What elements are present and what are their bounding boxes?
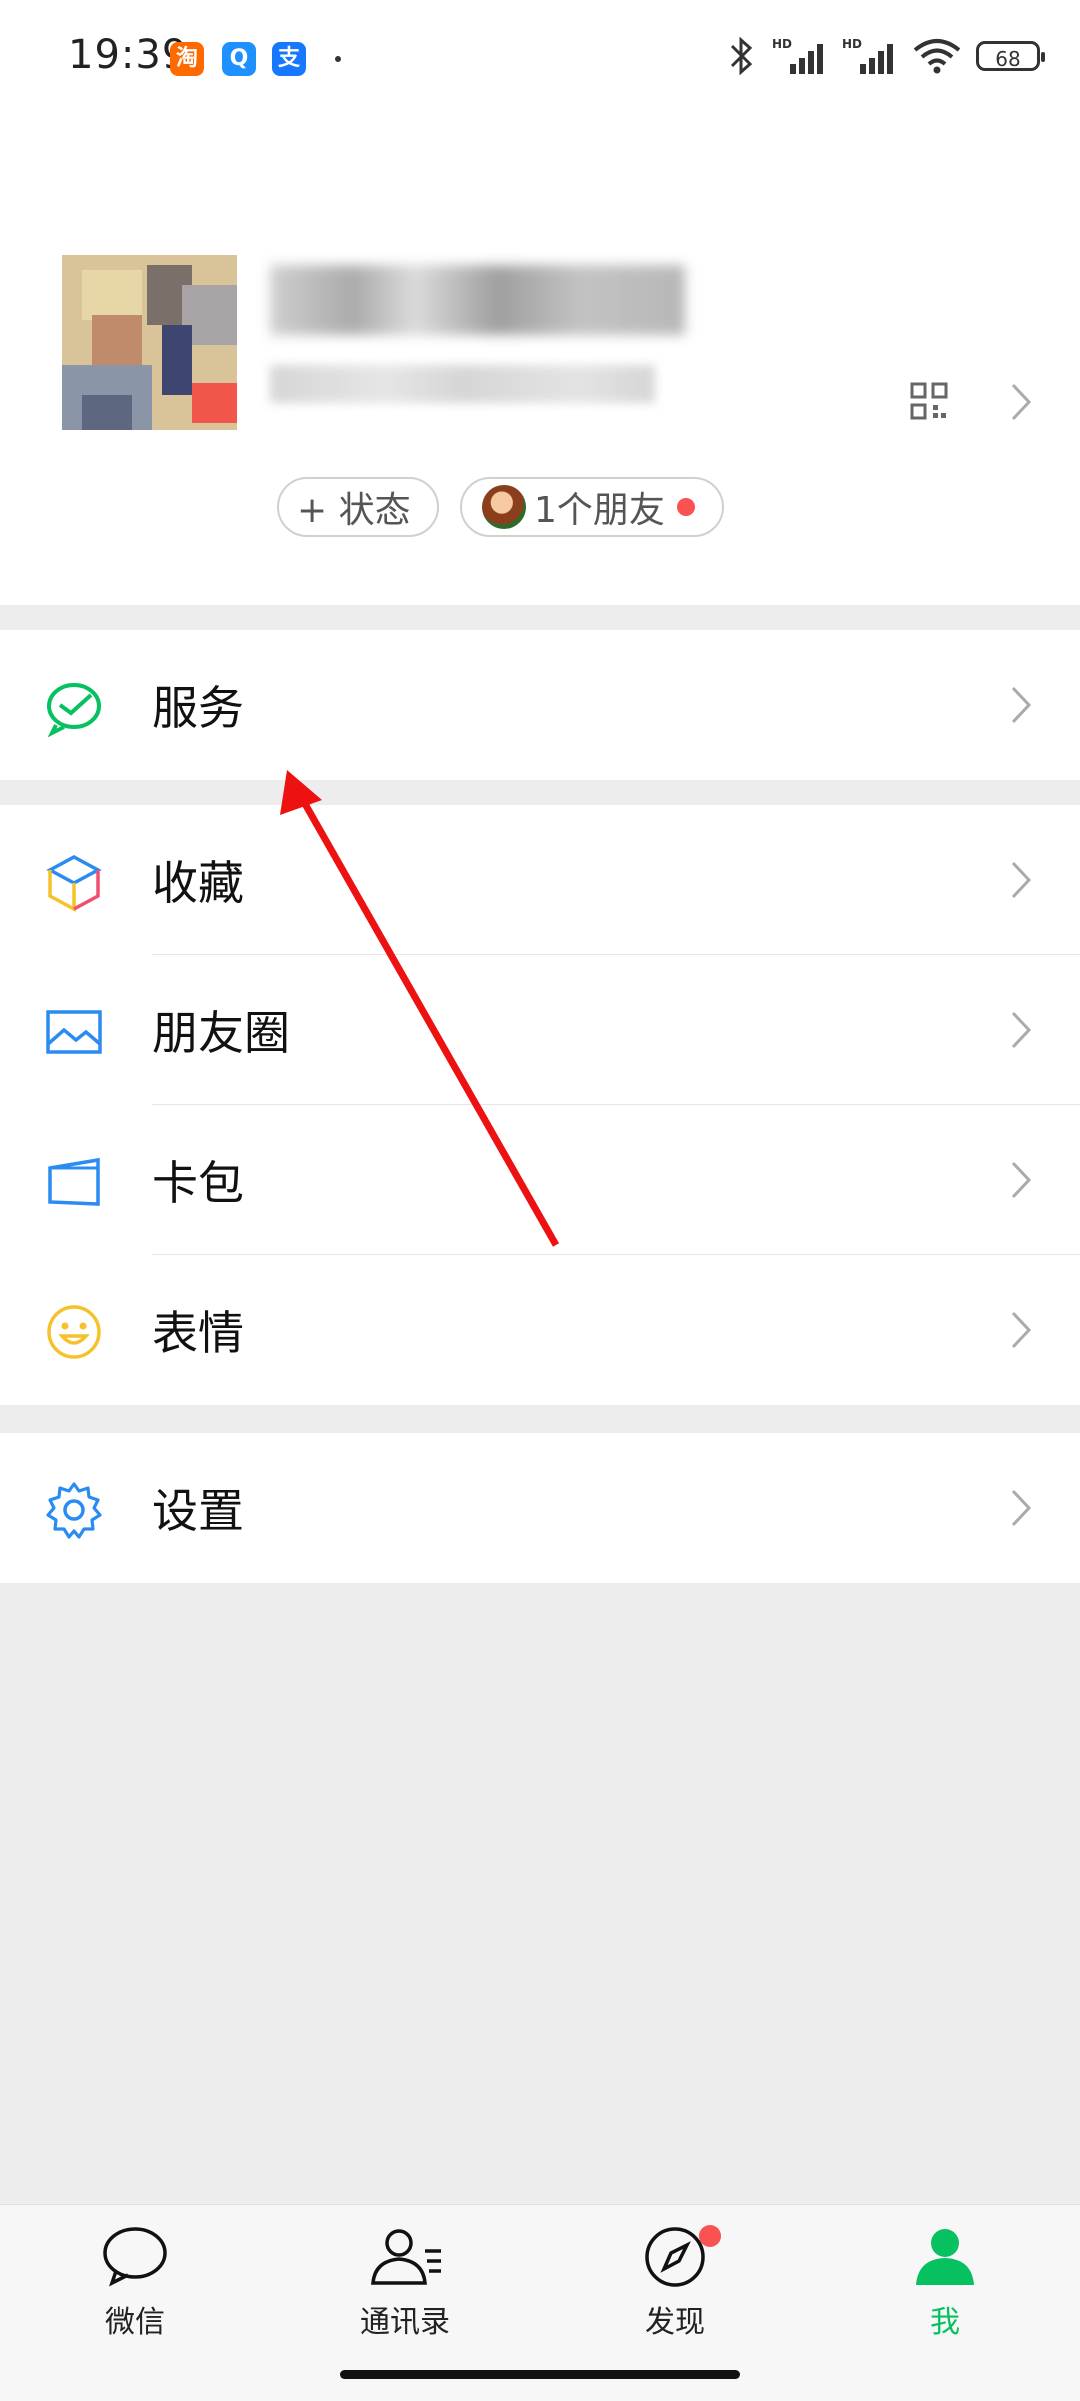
annotation-arrow [280, 770, 560, 1247]
tab-label: 我 [930, 2305, 960, 2340]
settings-group: 设置 [0, 1433, 1080, 1583]
contacts-icon [371, 2229, 441, 2285]
chat-bubble-icon [103, 2227, 167, 2287]
menu-item-settings[interactable]: 设置 [0, 1433, 1080, 1583]
chevron-right-icon [1011, 1489, 1032, 1527]
chevron-right-icon [1011, 1311, 1032, 1349]
tab-label: 通讯录 [360, 2305, 450, 2340]
tab-contacts[interactable]: 通讯录 [320, 2225, 490, 2341]
tab-chats[interactable]: 微信 [50, 2225, 220, 2341]
home-indicator[interactable] [340, 2370, 740, 2379]
tab-me[interactable]: 我 [860, 2225, 1030, 2341]
tab-label: 微信 [105, 2305, 165, 2340]
discover-new-badge [699, 2225, 721, 2247]
menu-label-stickers: 表情 [152, 1306, 244, 1360]
smiley-face-icon [47, 1305, 101, 1359]
me-person-icon [916, 2229, 974, 2285]
gear-icon [46, 1482, 102, 1539]
tab-label: 发现 [645, 2305, 705, 2340]
tab-discover[interactable]: 发现 [590, 2225, 760, 2341]
menu-label-settings: 设置 [152, 1484, 244, 1538]
